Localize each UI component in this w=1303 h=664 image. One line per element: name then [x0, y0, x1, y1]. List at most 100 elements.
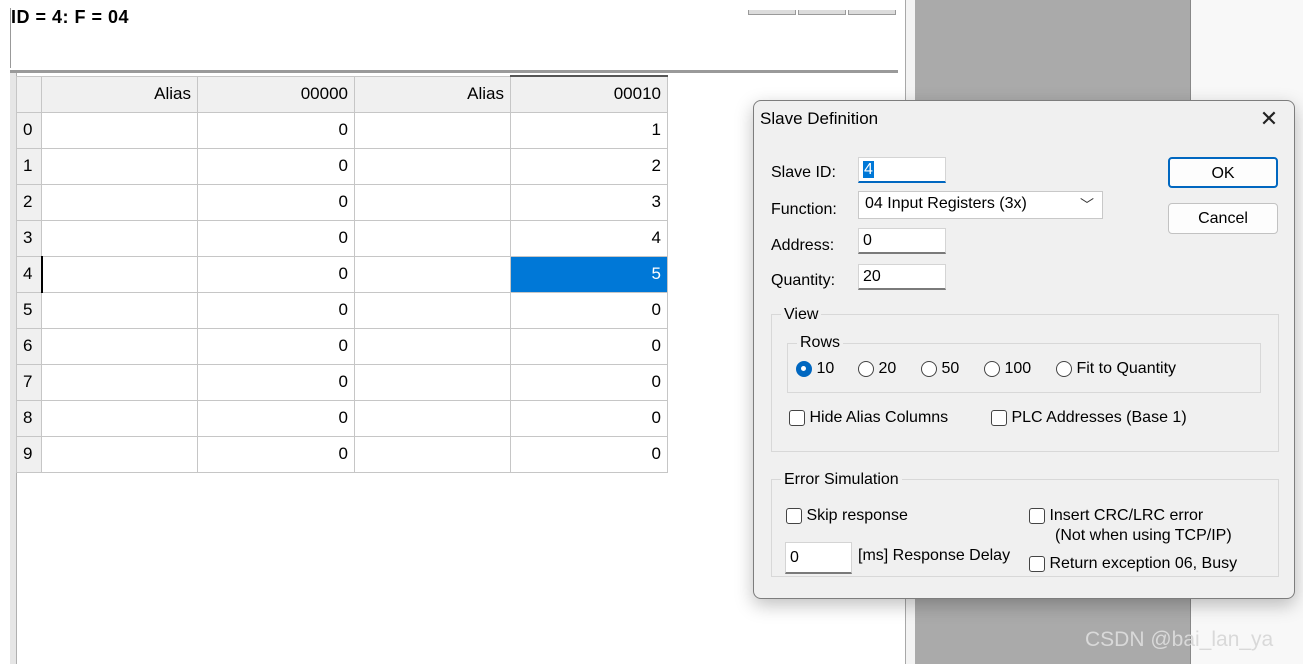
row-header[interactable]: 1 [16, 147, 42, 185]
alias-cell[interactable] [41, 255, 198, 293]
rows-option-50[interactable]: 50 [921, 360, 959, 378]
alias-cell[interactable] [41, 147, 198, 185]
register-grid: Alias 00000 Alias 00010 0011022033044055… [16, 75, 668, 473]
register-value-cell[interactable]: 0 [197, 183, 355, 221]
skip-response-checkbox[interactable] [786, 507, 802, 524]
skip-response-label: Skip response [806, 507, 908, 524]
alias-cell[interactable] [354, 147, 511, 185]
rows-option-100[interactable]: 100 [984, 360, 1031, 378]
row-header[interactable]: 8 [16, 399, 42, 437]
row-header[interactable]: 5 [16, 291, 42, 329]
register-value-cell[interactable]: 0 [510, 291, 668, 329]
insert-crc-checkbox[interactable] [1029, 507, 1045, 524]
table-row: 9 0 0 [16, 435, 668, 473]
plc-addresses-option[interactable]: PLC Addresses (Base 1) [991, 409, 1187, 427]
alias-cell[interactable] [354, 327, 511, 365]
response-delay-input[interactable]: 0 [785, 542, 852, 574]
register-value-cell[interactable]: 0 [197, 147, 355, 185]
radio-100[interactable] [984, 360, 1000, 377]
hide-alias-checkbox[interactable] [789, 409, 805, 426]
radio-20[interactable] [858, 360, 874, 377]
col-header-00010[interactable]: 00010 [510, 75, 668, 113]
row-header[interactable]: 4 [16, 255, 43, 293]
insert-crc-option[interactable]: Insert CRC/LRC error [1029, 507, 1203, 525]
register-value-cell[interactable]: 0 [510, 327, 668, 365]
row-header[interactable]: 2 [16, 183, 42, 221]
alias-cell[interactable] [354, 363, 511, 401]
rows-option-fit[interactable]: Fit to Quantity [1056, 360, 1176, 378]
slave-definition-dialog: Slave Definition ✕ Slave ID: 4 Function:… [753, 100, 1295, 599]
alias-cell[interactable] [41, 435, 198, 473]
alias-cell[interactable] [354, 291, 511, 329]
slave-id-input[interactable]: 4 [858, 157, 946, 183]
alias-cell[interactable] [354, 435, 511, 473]
rows-option-10-label: 10 [816, 360, 835, 377]
register-value-cell[interactable]: 0 [197, 327, 355, 365]
col-header-alias-2[interactable]: Alias [354, 75, 511, 113]
register-value-cell[interactable]: 0 [197, 399, 355, 437]
register-value-cell[interactable]: 0 [510, 399, 668, 437]
selected-register-cell[interactable]: 5 [510, 255, 668, 293]
skip-response-option[interactable]: Skip response [786, 507, 908, 525]
alias-cell[interactable] [41, 327, 198, 365]
quantity-input[interactable]: 20 [858, 264, 946, 290]
col-header-alias-1[interactable]: Alias [41, 75, 198, 113]
register-value-cell[interactable]: 0 [197, 111, 355, 149]
row-header[interactable]: 7 [16, 363, 42, 401]
alias-cell[interactable] [354, 183, 511, 221]
table-row: 7 0 0 [16, 363, 668, 401]
register-value-cell[interactable]: 3 [510, 183, 668, 221]
slave-id-label: Slave ID: [771, 164, 836, 181]
plc-addresses-label: PLC Addresses (Base 1) [1011, 409, 1187, 426]
function-value: 04 Input Registers (3x) [865, 195, 1027, 212]
alias-cell[interactable] [354, 111, 511, 149]
return-exception-option[interactable]: Return exception 06, Busy [1029, 555, 1237, 573]
address-input[interactable]: 0 [858, 228, 946, 254]
view-group-title: View [781, 306, 822, 324]
register-value-cell[interactable]: 0 [197, 435, 355, 473]
alias-cell[interactable] [41, 111, 198, 149]
register-value-cell[interactable]: 0 [197, 291, 355, 329]
cancel-button[interactable]: Cancel [1168, 203, 1278, 234]
row-header[interactable]: 3 [16, 219, 42, 257]
row-header[interactable]: 0 [16, 111, 42, 149]
row-header[interactable]: 9 [16, 435, 42, 473]
grid-top-border [10, 70, 898, 73]
ok-button[interactable]: OK [1168, 157, 1278, 188]
rows-option-10[interactable]: 10 [796, 360, 834, 378]
quantity-label: Quantity: [771, 272, 836, 289]
table-row: 0 0 1 [16, 111, 668, 149]
window-title-buttons[interactable] [748, 0, 900, 15]
rows-option-20[interactable]: 20 [858, 360, 896, 378]
register-value-cell[interactable]: 0 [510, 363, 668, 401]
plc-addresses-checkbox[interactable] [991, 409, 1007, 426]
address-label: Address: [771, 237, 835, 254]
alias-cell[interactable] [41, 219, 198, 257]
close-icon[interactable]: ✕ [1254, 105, 1284, 133]
register-value-cell[interactable]: 0 [197, 219, 355, 257]
hide-alias-option[interactable]: Hide Alias Columns [789, 409, 948, 427]
alias-cell[interactable] [41, 363, 198, 401]
alias-cell[interactable] [354, 399, 511, 437]
alias-cell[interactable] [354, 255, 511, 293]
radio-fit[interactable] [1056, 360, 1072, 377]
row-header[interactable]: 6 [16, 327, 42, 365]
alias-cell[interactable] [354, 219, 511, 257]
register-value-cell[interactable]: 0 [197, 363, 355, 401]
radio-10[interactable] [796, 360, 812, 377]
alias-cell[interactable] [41, 291, 198, 329]
alias-cell[interactable] [41, 399, 198, 437]
register-value-cell[interactable]: 0 [197, 255, 355, 293]
alias-cell[interactable] [41, 183, 198, 221]
maximize-button[interactable] [798, 10, 846, 15]
return-exception-checkbox[interactable] [1029, 555, 1045, 572]
register-value-cell[interactable]: 0 [510, 435, 668, 473]
radio-50[interactable] [921, 360, 937, 377]
register-value-cell[interactable]: 1 [510, 111, 668, 149]
minimize-button[interactable] [748, 10, 796, 15]
register-value-cell[interactable]: 2 [510, 147, 668, 185]
function-select[interactable]: 04 Input Registers (3x) ﹀ [858, 191, 1103, 219]
close-window-button[interactable] [848, 10, 896, 15]
register-value-cell[interactable]: 4 [510, 219, 668, 257]
col-header-00000[interactable]: 00000 [197, 75, 355, 113]
